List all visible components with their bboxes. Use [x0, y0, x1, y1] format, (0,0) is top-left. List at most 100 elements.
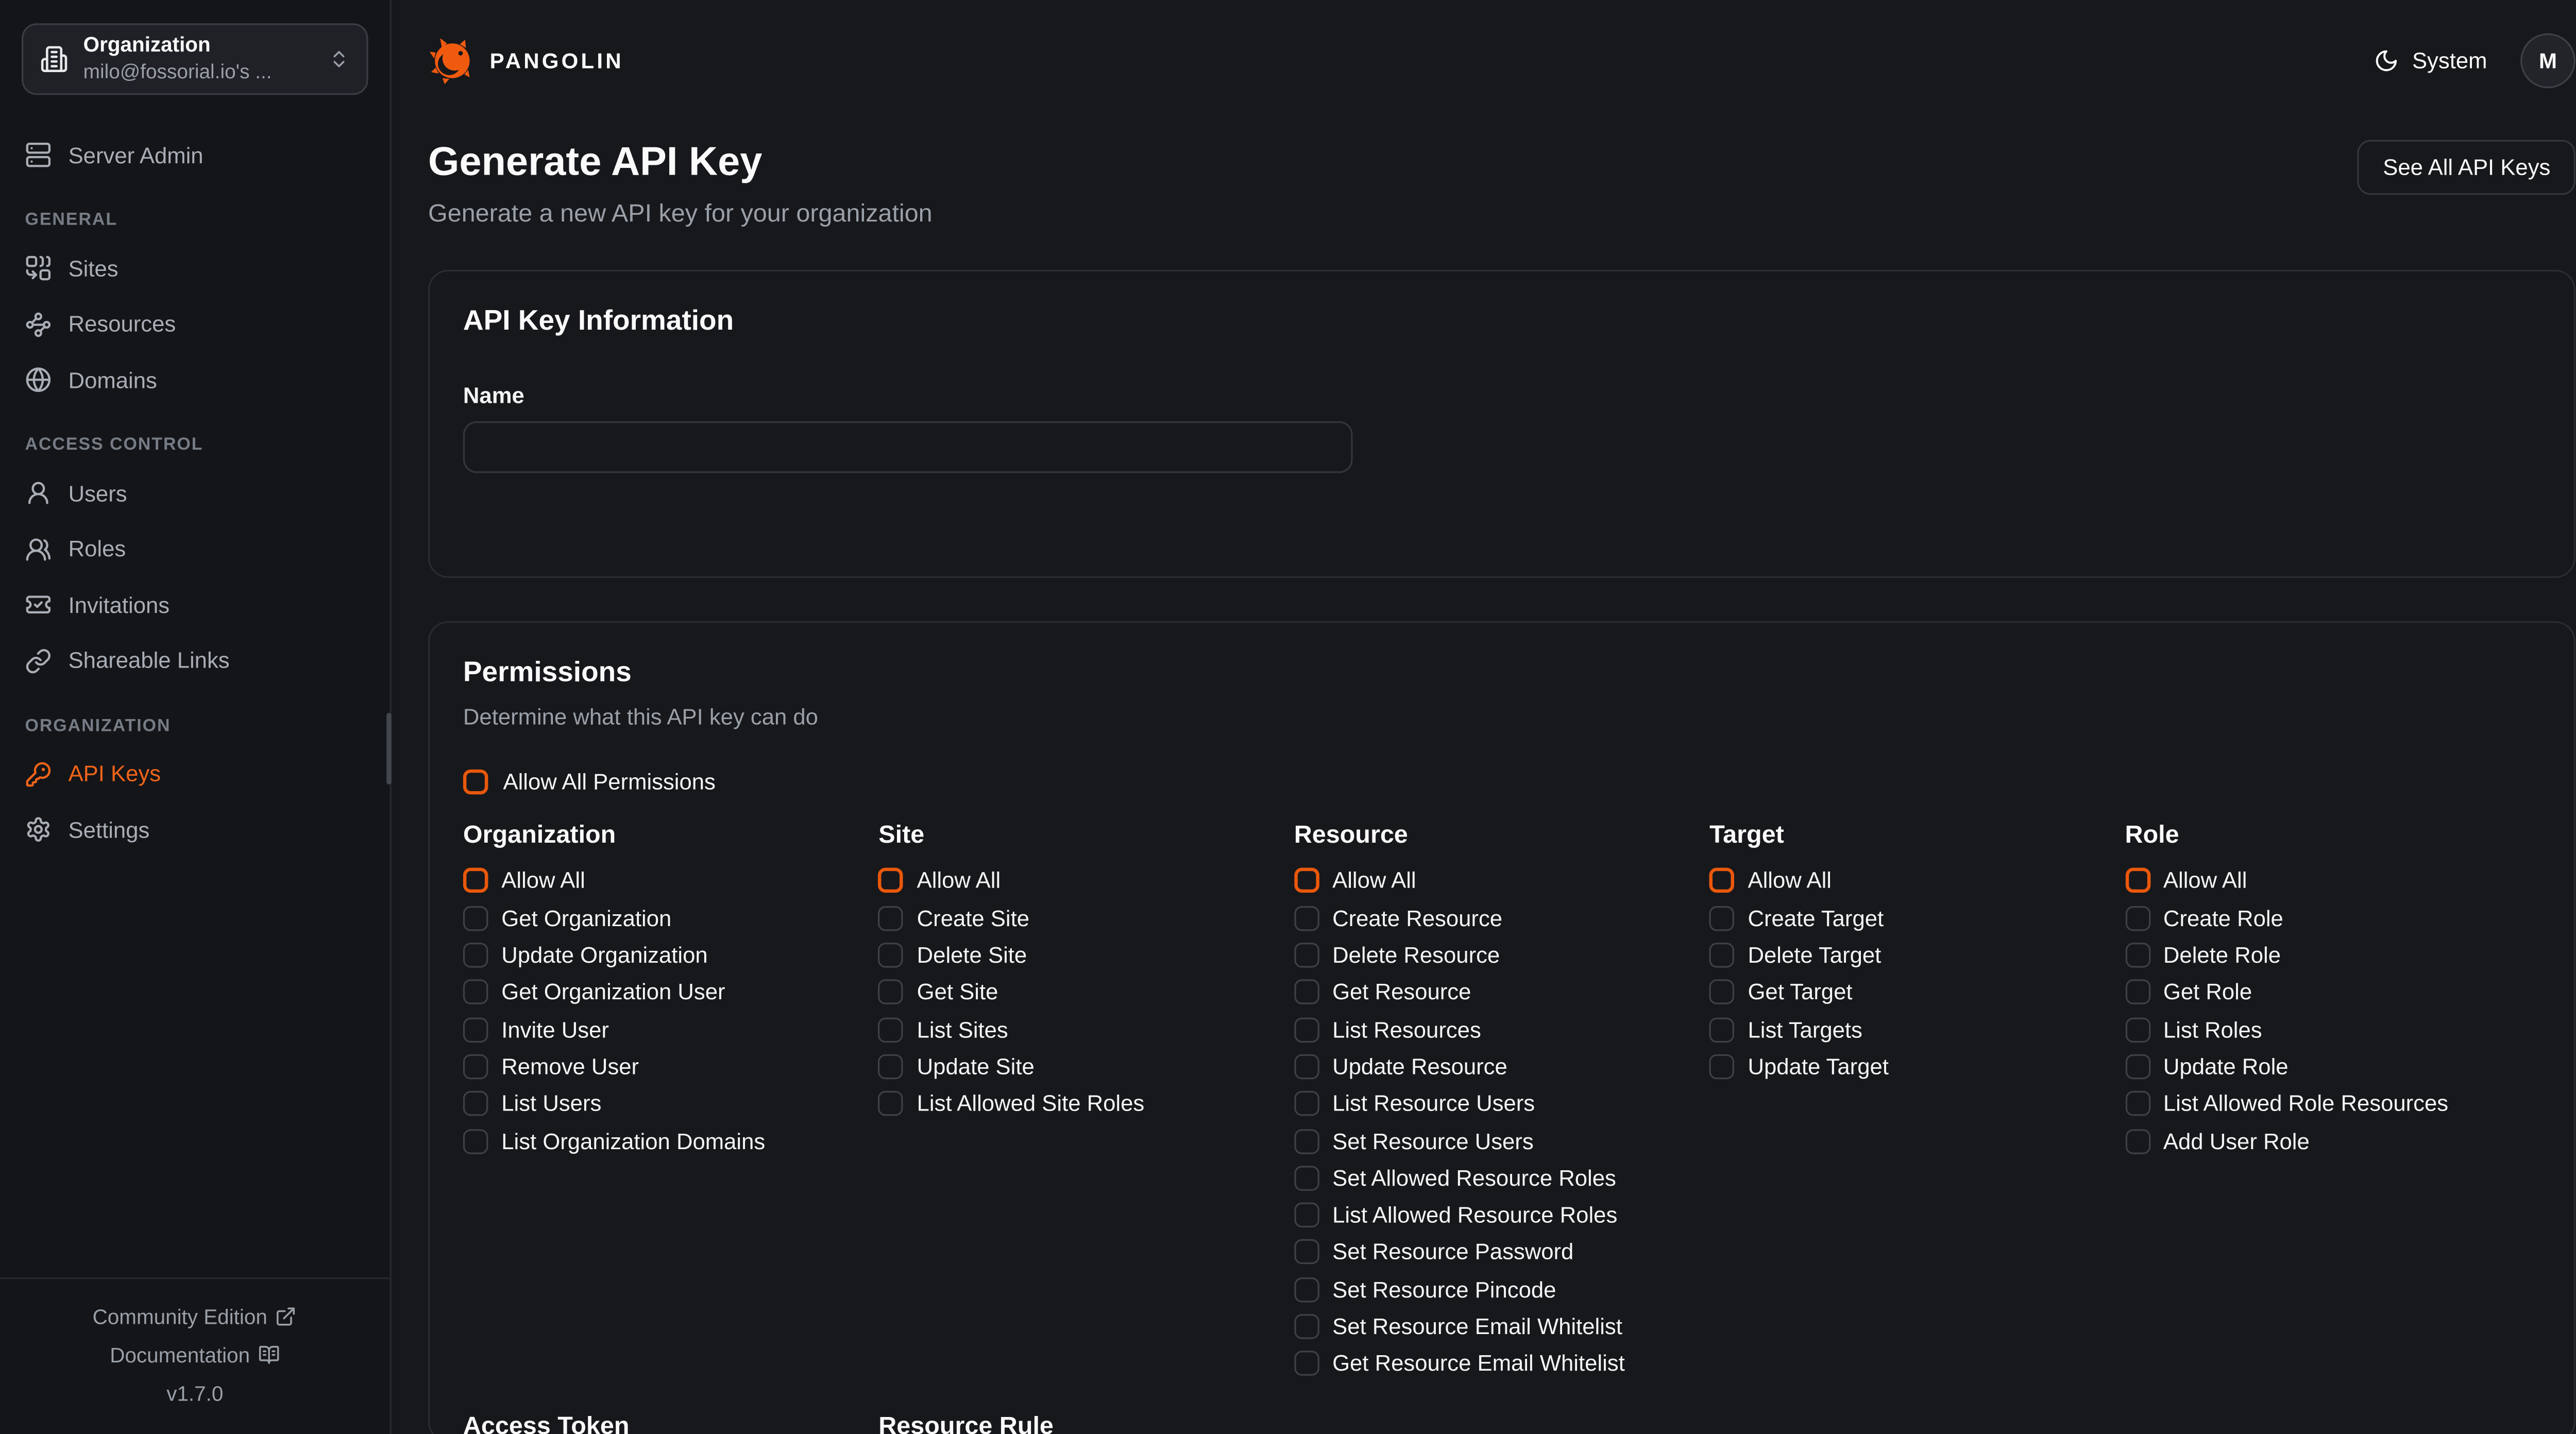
checkbox-icon[interactable] — [2125, 943, 2150, 968]
permission-checkbox-row[interactable]: Update Site — [878, 1048, 1294, 1085]
permission-checkbox-row[interactable]: Remove User — [463, 1048, 878, 1085]
theme-toggle[interactable]: System — [2374, 47, 2487, 73]
permission-checkbox-row[interactable]: Add User Role — [2125, 1122, 2540, 1159]
permission-checkbox-row[interactable]: List Sites — [878, 1011, 1294, 1048]
permission-checkbox-row[interactable]: Get Site — [878, 974, 1294, 1011]
checkbox-icon[interactable] — [463, 1091, 488, 1117]
sidebar-item-settings[interactable]: Settings — [22, 806, 368, 853]
checkbox-icon[interactable] — [878, 1091, 904, 1117]
permission-checkbox-row[interactable]: Get Resource — [1294, 974, 1709, 1011]
checkbox-icon[interactable] — [463, 1054, 488, 1080]
sidebar-item-domains[interactable]: Domains — [22, 356, 368, 403]
permission-checkbox-row[interactable]: Create Resource — [1294, 899, 1709, 936]
permission-checkbox-row[interactable]: Get Organization — [463, 899, 878, 936]
checkbox-icon[interactable] — [1709, 1017, 1735, 1042]
checkbox-icon[interactable] — [1709, 943, 1735, 968]
checkbox-icon[interactable] — [2125, 1091, 2150, 1117]
checkbox-icon[interactable] — [1709, 906, 1735, 931]
sidebar-item-roles[interactable]: Roles — [22, 525, 368, 572]
brand[interactable]: PANGOLIN — [428, 36, 624, 84]
permission-checkbox-row[interactable]: Update Resource — [1294, 1048, 1709, 1085]
checkbox-icon[interactable] — [1709, 868, 1735, 894]
permission-checkbox-row[interactable]: List Resource Users — [1294, 1085, 1709, 1122]
checkbox-icon[interactable] — [2125, 1017, 2150, 1042]
checkbox-icon[interactable] — [463, 980, 488, 1005]
sidebar-item-resources[interactable]: Resources — [22, 301, 368, 348]
sidebar-item-sites[interactable]: Sites — [22, 245, 368, 292]
permission-checkbox-row[interactable]: List Roles — [2125, 1011, 2540, 1048]
permission-checkbox-row[interactable]: Allow All — [1709, 862, 2125, 899]
checkbox-icon[interactable] — [878, 868, 904, 894]
checkbox-icon[interactable] — [1294, 1203, 1319, 1228]
checkbox-icon[interactable] — [1294, 980, 1319, 1005]
permission-checkbox-row[interactable]: List Organization Domains — [463, 1122, 878, 1159]
permission-checkbox-row[interactable]: Create Site — [878, 899, 1294, 936]
checkbox-icon[interactable] — [1294, 1277, 1319, 1302]
checkbox-icon[interactable] — [1294, 1017, 1319, 1042]
checkbox-icon[interactable] — [1294, 1314, 1319, 1339]
checkbox-icon[interactable] — [1294, 868, 1319, 894]
permission-checkbox-row[interactable]: Update Target — [1709, 1048, 2125, 1085]
checkbox-icon[interactable] — [1294, 943, 1319, 968]
permission-checkbox-row[interactable]: Delete Target — [1709, 936, 2125, 974]
sidebar-item-server-admin[interactable]: Server Admin — [22, 131, 368, 178]
sidebar-item-shareable-links[interactable]: Shareable Links — [22, 637, 368, 684]
checkbox-icon[interactable] — [463, 868, 488, 894]
community-edition-link[interactable]: Community Edition — [0, 1298, 390, 1336]
permission-checkbox-row[interactable]: Allow All — [1294, 862, 1709, 899]
permission-checkbox-row[interactable]: Get Role — [2125, 974, 2540, 1011]
checkbox-icon[interactable] — [1294, 906, 1319, 931]
permission-checkbox-row[interactable]: Allow All — [463, 862, 878, 899]
permission-checkbox-row[interactable]: Set Resource Pincode — [1294, 1271, 1709, 1308]
checkbox-icon[interactable] — [2125, 906, 2150, 931]
permission-checkbox-row[interactable]: Allow All — [878, 862, 1294, 899]
checkbox-icon[interactable] — [2125, 980, 2150, 1005]
checkbox-icon[interactable] — [1709, 980, 1735, 1005]
checkbox-icon[interactable] — [463, 769, 488, 794]
allow-all-permissions-row[interactable]: Allow All Permissions — [463, 769, 2540, 794]
permission-checkbox-row[interactable]: Get Target — [1709, 974, 2125, 1011]
avatar[interactable]: M — [2520, 32, 2575, 88]
checkbox-icon[interactable] — [878, 943, 904, 968]
checkbox-icon[interactable] — [1294, 1091, 1319, 1117]
see-all-api-keys-button[interactable]: See All API Keys — [2358, 140, 2575, 195]
checkbox-icon[interactable] — [878, 1054, 904, 1080]
checkbox-icon[interactable] — [2125, 1129, 2150, 1154]
checkbox-icon[interactable] — [1709, 1054, 1735, 1080]
sidebar-scrollbar[interactable] — [386, 713, 392, 784]
permission-checkbox-row[interactable]: Update Organization — [463, 936, 878, 974]
checkbox-icon[interactable] — [1294, 1166, 1319, 1191]
org-selector[interactable]: Organization milo@fossorial.io's ... — [22, 23, 368, 95]
checkbox-icon[interactable] — [1294, 1129, 1319, 1154]
checkbox-icon[interactable] — [2125, 868, 2150, 894]
permission-checkbox-row[interactable]: List Targets — [1709, 1011, 2125, 1048]
permission-checkbox-row[interactable]: List Allowed Resource Roles — [1294, 1197, 1709, 1234]
checkbox-icon[interactable] — [878, 906, 904, 931]
permission-checkbox-row[interactable]: Invite User — [463, 1011, 878, 1048]
permission-checkbox-row[interactable]: Update Role — [2125, 1048, 2540, 1085]
checkbox-icon[interactable] — [463, 1017, 488, 1042]
permission-checkbox-row[interactable]: Set Resource Password — [1294, 1234, 1709, 1271]
permission-checkbox-row[interactable]: List Allowed Role Resources — [2125, 1085, 2540, 1122]
permission-checkbox-row[interactable]: Set Resource Email Whitelist — [1294, 1308, 1709, 1345]
checkbox-icon[interactable] — [1294, 1240, 1319, 1265]
permission-checkbox-row[interactable]: Delete Role — [2125, 936, 2540, 974]
checkbox-icon[interactable] — [2125, 1054, 2150, 1080]
permission-checkbox-row[interactable]: List Users — [463, 1085, 878, 1122]
checkbox-icon[interactable] — [463, 1129, 488, 1154]
sidebar-item-users[interactable]: Users — [22, 470, 368, 517]
checkbox-icon[interactable] — [1294, 1054, 1319, 1080]
checkbox-icon[interactable] — [878, 980, 904, 1005]
checkbox-icon[interactable] — [1294, 1351, 1319, 1376]
checkbox-icon[interactable] — [878, 1017, 904, 1042]
permission-checkbox-row[interactable]: Set Allowed Resource Roles — [1294, 1159, 1709, 1197]
permission-checkbox-row[interactable]: List Resources — [1294, 1011, 1709, 1048]
sidebar-item-api-keys[interactable]: API Keys — [22, 750, 368, 797]
permission-checkbox-row[interactable]: Set Resource Users — [1294, 1122, 1709, 1159]
permission-checkbox-row[interactable]: Create Role — [2125, 899, 2540, 936]
permission-checkbox-row[interactable]: Allow All — [2125, 862, 2540, 899]
permission-checkbox-row[interactable]: Delete Resource — [1294, 936, 1709, 974]
api-key-name-input[interactable] — [463, 421, 1353, 472]
permission-checkbox-row[interactable]: Create Target — [1709, 899, 2125, 936]
permission-checkbox-row[interactable]: Delete Site — [878, 936, 1294, 974]
